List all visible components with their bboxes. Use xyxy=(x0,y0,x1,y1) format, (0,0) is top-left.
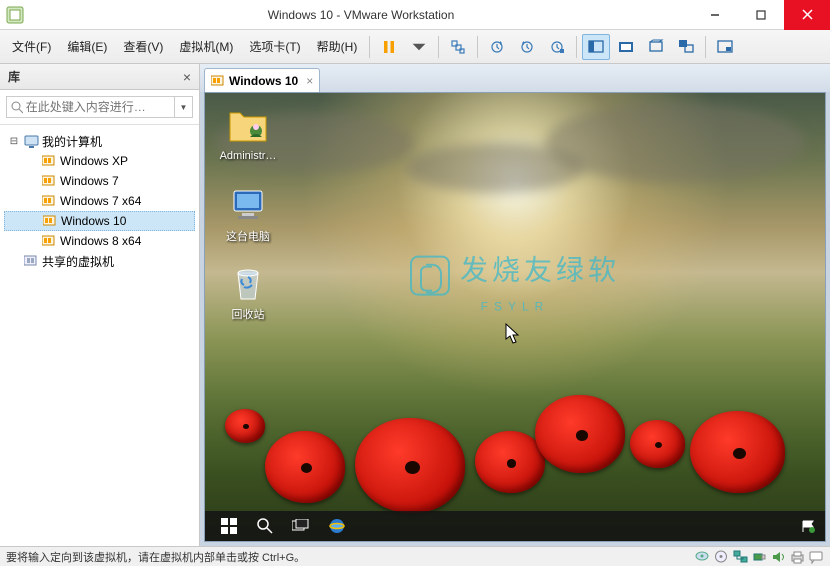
printer-icon[interactable] xyxy=(789,549,805,565)
recycle-bin-icon xyxy=(228,263,268,303)
snapshot-button[interactable] xyxy=(444,34,472,60)
tree-label: Windows XP xyxy=(60,154,128,168)
menu-view[interactable]: 查看(V) xyxy=(115,34,171,59)
icon-label: Administr… xyxy=(220,150,277,162)
snapshot-revert-button[interactable] xyxy=(513,34,541,60)
menu-edit[interactable]: 编辑(E) xyxy=(59,34,115,59)
usb-icon[interactable] xyxy=(751,549,767,565)
guest-taskbar[interactable] xyxy=(205,511,825,541)
vm-area: Windows 10 × xyxy=(200,64,830,546)
library-tree: ⊟ 我的计算机 Windows XP Windows 7 Windows 7 x… xyxy=(0,125,199,546)
power-dropdown[interactable] xyxy=(405,34,433,60)
tree-label: Windows 10 xyxy=(61,214,126,228)
shared-icon xyxy=(23,253,39,269)
tray-flag-icon[interactable] xyxy=(801,519,815,533)
window-title: Windows 10 - VMware Workstation xyxy=(30,8,692,22)
view-fullscreen-button[interactable] xyxy=(612,34,640,60)
pause-button[interactable] xyxy=(375,34,403,60)
network-icon[interactable] xyxy=(732,549,748,565)
menu-tabs[interactable]: 选项卡(T) xyxy=(241,34,308,59)
library-panel: 库 × ▼ ⊟ 我的计算机 Windows XP Windows 7 Windo… xyxy=(0,64,200,546)
icon-label: 回收站 xyxy=(232,309,265,321)
tree-label: 共享的虚拟机 xyxy=(42,253,114,270)
view-unity-button[interactable] xyxy=(642,34,670,60)
computer-icon xyxy=(228,185,268,225)
view-console-button[interactable] xyxy=(582,34,610,60)
desktop-icon-admin[interactable]: Administr… xyxy=(213,107,283,162)
vm-icon xyxy=(42,213,58,229)
window-titlebar: Windows 10 - VMware Workstation xyxy=(0,0,830,30)
folder-user-icon xyxy=(228,107,268,147)
tree-label: Windows 7 x64 xyxy=(60,194,141,208)
menu-help[interactable]: 帮助(H) xyxy=(309,34,366,59)
vm-icon xyxy=(41,173,57,189)
vm-tabs: Windows 10 × xyxy=(200,64,830,92)
library-search[interactable] xyxy=(6,96,175,118)
tree-vm[interactable]: Windows 8 x64 xyxy=(4,231,195,251)
mouse-cursor-icon xyxy=(505,323,521,345)
vm-display[interactable]: Administr… 这台电脑 回收站 发烧友绿软 FSYLR xyxy=(204,92,826,542)
desktop-icon-recycle[interactable]: 回收站 xyxy=(213,263,283,322)
collapse-icon[interactable]: ⊟ xyxy=(8,136,20,147)
taskbar-search-button[interactable] xyxy=(247,511,283,541)
menu-file[interactable]: 文件(F) xyxy=(4,34,59,59)
menubar: 文件(F) 编辑(E) 查看(V) 虚拟机(M) 选项卡(T) 帮助(H) xyxy=(0,30,830,64)
snapshot-take-button[interactable] xyxy=(483,34,511,60)
guest-desktop[interactable]: Administr… 这台电脑 回收站 发烧友绿软 FSYLR xyxy=(205,93,825,541)
icon-label: 这台电脑 xyxy=(226,231,270,243)
watermark: 发烧友绿软 FSYLR xyxy=(410,249,620,314)
status-message: 要将输入定向到该虚拟机，请在虚拟机内部单击或按 Ctrl+G。 xyxy=(6,549,305,565)
library-close-button[interactable]: × xyxy=(183,69,191,85)
tab-close-button[interactable]: × xyxy=(306,74,313,88)
ie-button[interactable] xyxy=(319,511,355,541)
menu-vm[interactable]: 虚拟机(M) xyxy=(171,34,241,59)
view-multiple-button[interactable] xyxy=(672,34,700,60)
disk-icon[interactable] xyxy=(694,549,710,565)
close-button[interactable] xyxy=(784,0,830,30)
taskview-button[interactable] xyxy=(283,511,319,541)
view-thumbnail-button[interactable] xyxy=(711,34,739,60)
library-header: 库 × xyxy=(0,64,199,90)
cdrom-icon[interactable] xyxy=(713,549,729,565)
tree-vm-selected[interactable]: Windows 10 xyxy=(4,211,195,231)
vm-icon xyxy=(41,193,57,209)
library-title: 库 xyxy=(8,68,20,85)
statusbar: 要将输入定向到该虚拟机，请在虚拟机内部单击或按 Ctrl+G。 xyxy=(0,546,830,566)
vm-icon xyxy=(211,75,225,87)
status-device-icons xyxy=(694,549,824,565)
tree-vm[interactable]: Windows 7 x64 xyxy=(4,191,195,211)
computer-icon xyxy=(23,133,39,149)
tree-label: 我的计算机 xyxy=(42,133,102,150)
minimize-button[interactable] xyxy=(692,0,738,30)
vm-tab[interactable]: Windows 10 × xyxy=(204,68,320,92)
tree-label: Windows 7 xyxy=(60,174,119,188)
app-icon xyxy=(0,0,30,30)
search-icon xyxy=(11,101,23,114)
vm-icon xyxy=(41,233,57,249)
sound-icon[interactable] xyxy=(770,549,786,565)
maximize-button[interactable] xyxy=(738,0,784,30)
tree-vm[interactable]: Windows XP xyxy=(4,151,195,171)
vm-tab-label: Windows 10 xyxy=(229,74,298,88)
start-button[interactable] xyxy=(211,511,247,541)
snapshot-manager-button[interactable] xyxy=(543,34,571,60)
library-search-input[interactable] xyxy=(26,100,170,114)
tree-my-computer[interactable]: ⊟ 我的计算机 xyxy=(4,131,195,151)
message-icon[interactable] xyxy=(808,549,824,565)
vm-icon xyxy=(41,153,57,169)
desktop-icon-thispc[interactable]: 这台电脑 xyxy=(213,185,283,244)
tree-shared-vms[interactable]: 共享的虚拟机 xyxy=(4,251,195,271)
tree-label: Windows 8 x64 xyxy=(60,234,141,248)
library-search-dropdown[interactable]: ▼ xyxy=(175,96,193,118)
tree-vm[interactable]: Windows 7 xyxy=(4,171,195,191)
